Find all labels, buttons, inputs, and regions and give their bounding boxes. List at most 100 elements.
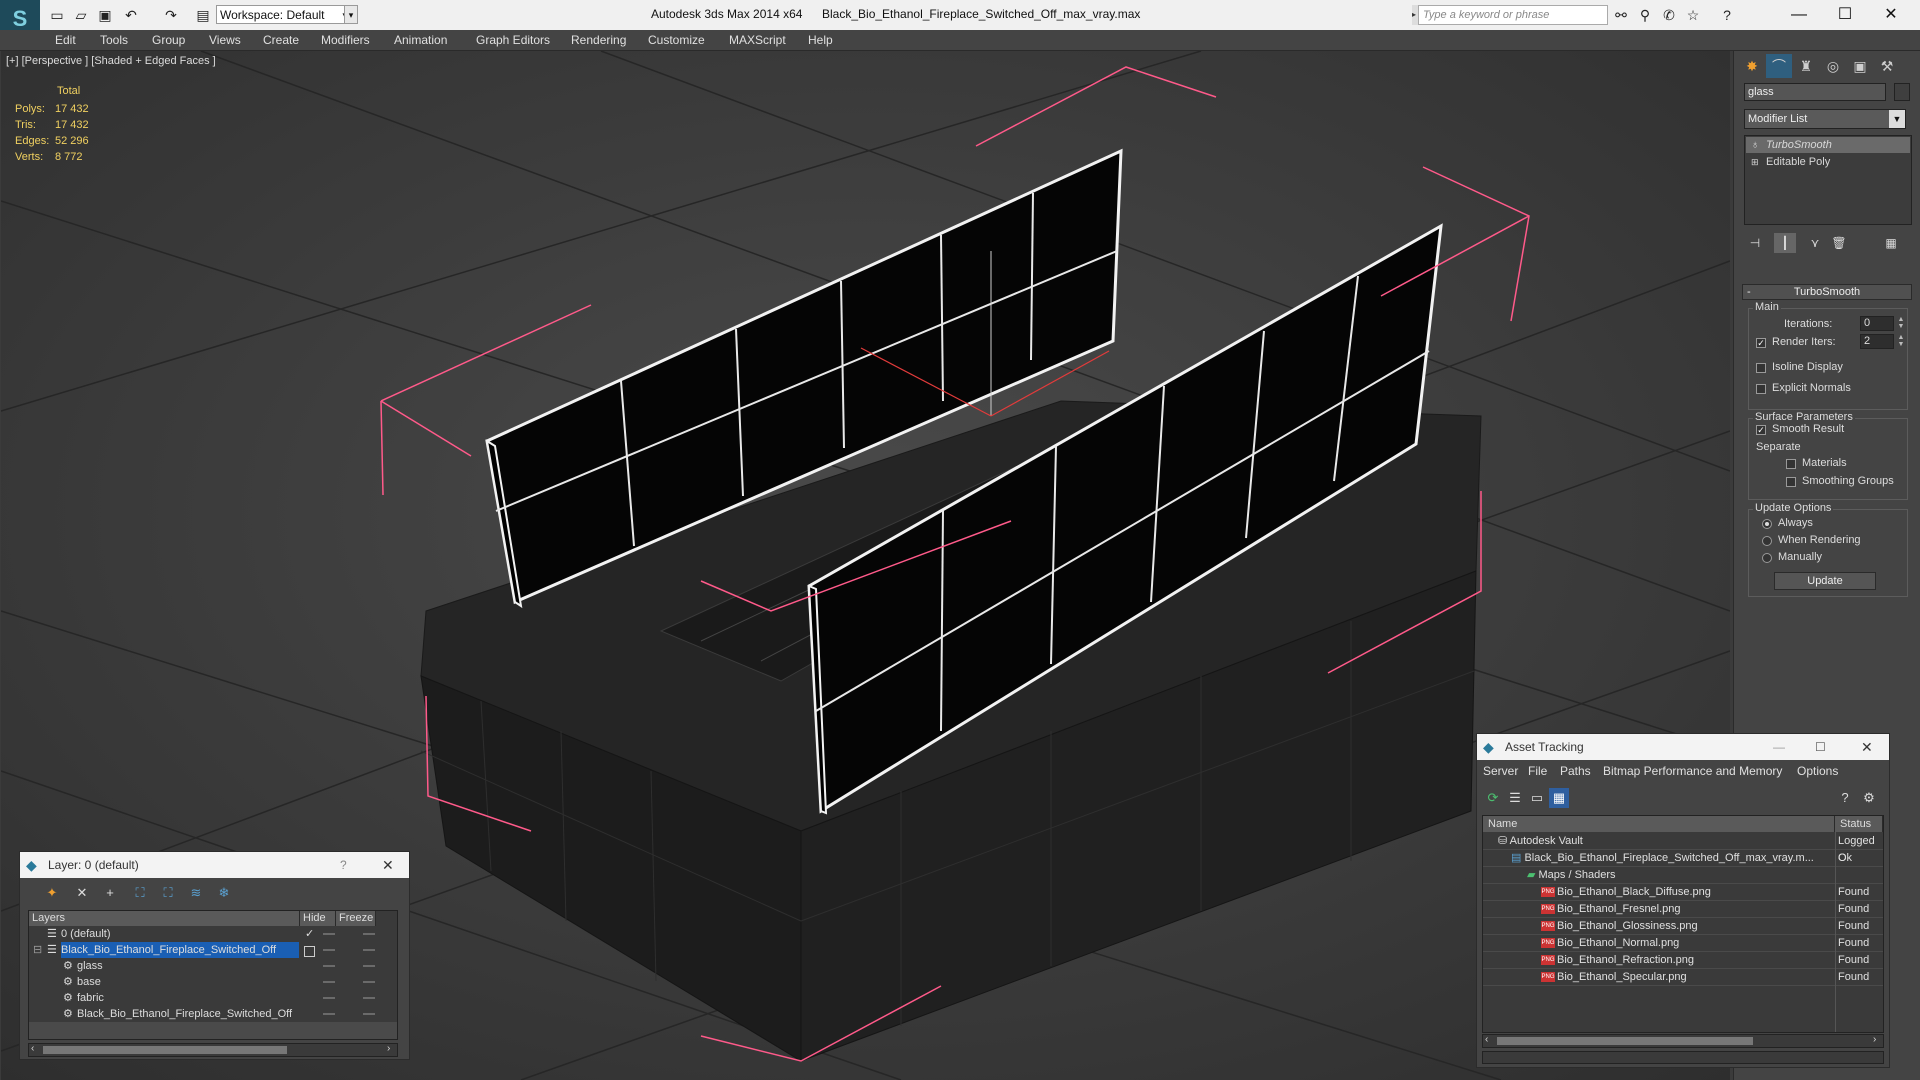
viewport-label[interactable]: [+] [Perspective ] [Shaded + Edged Faces… [6, 55, 216, 67]
expand-plus-icon[interactable]: ⊞ [1751, 154, 1759, 170]
help-button[interactable]: ? [340, 852, 347, 878]
object-name-input[interactable]: glass [1744, 83, 1886, 101]
undo-icon[interactable]: ↶ [122, 6, 140, 24]
asset-menu-bitmap[interactable]: Bitmap Performance and Memory [1603, 764, 1782, 778]
menu-views[interactable]: Views [209, 33, 241, 47]
create-tab-icon[interactable]: ✸ [1739, 54, 1765, 78]
hide-toggle[interactable] [323, 949, 335, 951]
layer-row[interactable]: ⊟ ☰ Black_Bio_Ethanol_Fireplace_Switched… [29, 942, 397, 958]
layer-row[interactable]: ⚙ base [29, 974, 397, 990]
refresh-icon[interactable]: ⟳ [1483, 788, 1503, 808]
when-rendering-radio[interactable] [1762, 536, 1772, 546]
asset-minimize-button[interactable]: — [1773, 734, 1785, 760]
freeze-all-icon[interactable]: ❄ [214, 883, 234, 903]
show-end-result-icon[interactable]: ┃ [1774, 233, 1796, 253]
stack-item-editable-poly[interactable]: ⊞ Editable Poly [1746, 154, 1910, 170]
iterations-spinner[interactable]: 0 [1860, 316, 1894, 331]
layer-row[interactable]: ⚙ fabric [29, 990, 397, 1006]
make-unique-icon[interactable]: ⋎ [1804, 233, 1826, 253]
settings-icon[interactable]: ⚙ [1859, 788, 1879, 808]
freeze-toggle[interactable] [363, 933, 375, 935]
menu-create[interactable]: Create [263, 33, 299, 47]
turbosmooth-rollout-header[interactable]: - TurboSmooth [1742, 284, 1912, 300]
asset-menu-options[interactable]: Options [1797, 764, 1838, 778]
hierarchy-tab-icon[interactable]: ♜ [1793, 54, 1819, 78]
scroll-thumb[interactable] [43, 1046, 287, 1054]
scroll-left-icon[interactable]: ‹ [1485, 1034, 1488, 1045]
asset-row[interactable]: ▤ Black_Bio_Ethanol_Fireplace_Switched_O… [1483, 850, 1883, 867]
menu-help[interactable]: Help [808, 33, 833, 47]
render-iters-checkbox[interactable]: ✓ [1756, 338, 1766, 348]
layer-horizontal-scrollbar[interactable]: ‹ › [28, 1043, 398, 1057]
scroll-right-icon[interactable]: › [387, 1043, 390, 1054]
search-input[interactable]: Type a keyword or phrase [1418, 5, 1608, 25]
hide-all-icon[interactable]: ≋ [186, 883, 206, 903]
close-button[interactable]: ✕ [1868, 0, 1914, 30]
object-color-swatch[interactable] [1894, 83, 1910, 101]
remove-modifier-icon[interactable]: 🗑 [1828, 233, 1850, 253]
display-tab-icon[interactable]: ▣ [1847, 54, 1873, 78]
pin-stack-icon[interactable]: ⊣ [1744, 233, 1766, 253]
asset-row[interactable]: PNG Bio_Ethanol_Specular.png Found [1483, 969, 1883, 986]
layer-close-button[interactable]: ✕ [382, 852, 394, 878]
asset-menu-server[interactable]: Server [1483, 764, 1518, 778]
asset-row[interactable]: ⛁ Autodesk Vault Logged O [1483, 833, 1883, 864]
stack-item-turbosmooth[interactable]: ♁ TurboSmooth [1746, 137, 1910, 153]
maximize-button[interactable]: ☐ [1822, 0, 1868, 30]
lightbulb-icon[interactable]: ♁ [1751, 137, 1759, 153]
select-objects-icon[interactable]: ⛶ [130, 883, 150, 903]
highlight-layer-icon[interactable]: ⛶ [158, 883, 178, 903]
hide-toggle[interactable] [323, 981, 335, 983]
binoculars-icon[interactable]: ⚯ [1612, 6, 1630, 24]
spinner-arrows-icon[interactable]: ▲ ▼ [1896, 316, 1906, 331]
hide-toggle[interactable] [323, 1013, 335, 1015]
layer-row[interactable]: ⚙ glass [29, 958, 397, 974]
col-freeze[interactable]: Freeze [336, 911, 376, 926]
asset-row[interactable]: PNG Bio_Ethanol_Normal.png Found [1483, 935, 1883, 952]
isoline-display-checkbox[interactable] [1756, 363, 1766, 373]
new-file-icon[interactable]: ▭ [48, 6, 66, 24]
current-layer-box[interactable] [304, 946, 315, 957]
help-icon[interactable]: ? [1718, 6, 1736, 24]
asset-menu-file[interactable]: File [1528, 764, 1547, 778]
asset-close-button[interactable]: ✕ [1861, 734, 1873, 760]
scroll-left-icon[interactable]: ‹ [31, 1043, 34, 1054]
explicit-normals-checkbox[interactable] [1756, 384, 1766, 394]
menu-maxscript[interactable]: MAXScript [729, 33, 786, 47]
menu-tools[interactable]: Tools [100, 33, 128, 47]
current-layer-check-icon[interactable]: ✓ [305, 926, 314, 942]
add-to-layer-icon[interactable]: + [100, 883, 120, 903]
subscription-icon[interactable]: ⚲ [1636, 6, 1654, 24]
asset-menu-paths[interactable]: Paths [1560, 764, 1591, 778]
communication-icon[interactable]: ✆ [1660, 6, 1678, 24]
project-folder-icon[interactable]: ▤ [194, 6, 212, 24]
freeze-toggle[interactable] [363, 981, 375, 983]
minimize-button[interactable]: — [1776, 0, 1822, 30]
col-hide[interactable]: Hide [300, 911, 336, 926]
workspace-dropdown[interactable]: Workspace: Default▾ [216, 5, 350, 24]
asset-row[interactable]: ▰ Maps / Shaders [1483, 867, 1883, 884]
utilities-tab-icon[interactable]: ⚒ [1874, 54, 1900, 78]
smooth-result-checkbox[interactable]: ✓ [1756, 425, 1766, 435]
hide-toggle[interactable] [323, 933, 335, 935]
layer-window-titlebar[interactable]: ◆ Layer: 0 (default) ? ✕ [20, 852, 409, 878]
menu-edit[interactable]: Edit [55, 33, 76, 47]
hide-toggle[interactable] [323, 997, 335, 999]
collapse-icon[interactable]: ⊟ [33, 942, 42, 958]
menu-customize[interactable]: Customize [648, 33, 705, 47]
update-button[interactable]: Update [1774, 572, 1876, 590]
asset-row[interactable]: PNG Bio_Ethanol_Glossiness.png Found [1483, 918, 1883, 935]
freeze-toggle[interactable] [363, 997, 375, 999]
configure-sets-icon[interactable]: ▦ [1880, 233, 1902, 253]
always-radio[interactable] [1762, 519, 1772, 529]
spinner-arrows-icon[interactable]: ▲ ▼ [1896, 334, 1906, 349]
asset-horizontal-scrollbar[interactable]: ‹ › [1482, 1034, 1884, 1048]
freeze-toggle[interactable] [363, 1013, 375, 1015]
menu-animation[interactable]: Animation [394, 33, 447, 47]
asset-window-titlebar[interactable]: ◆ Asset Tracking — ☐ ✕ [1477, 734, 1889, 760]
materials-checkbox[interactable] [1786, 459, 1796, 469]
render-iters-spinner[interactable]: 2 [1860, 334, 1894, 349]
motion-tab-icon[interactable]: ◎ [1820, 54, 1846, 78]
help-icon[interactable]: ? [1835, 788, 1855, 808]
menu-group[interactable]: Group [152, 33, 185, 47]
